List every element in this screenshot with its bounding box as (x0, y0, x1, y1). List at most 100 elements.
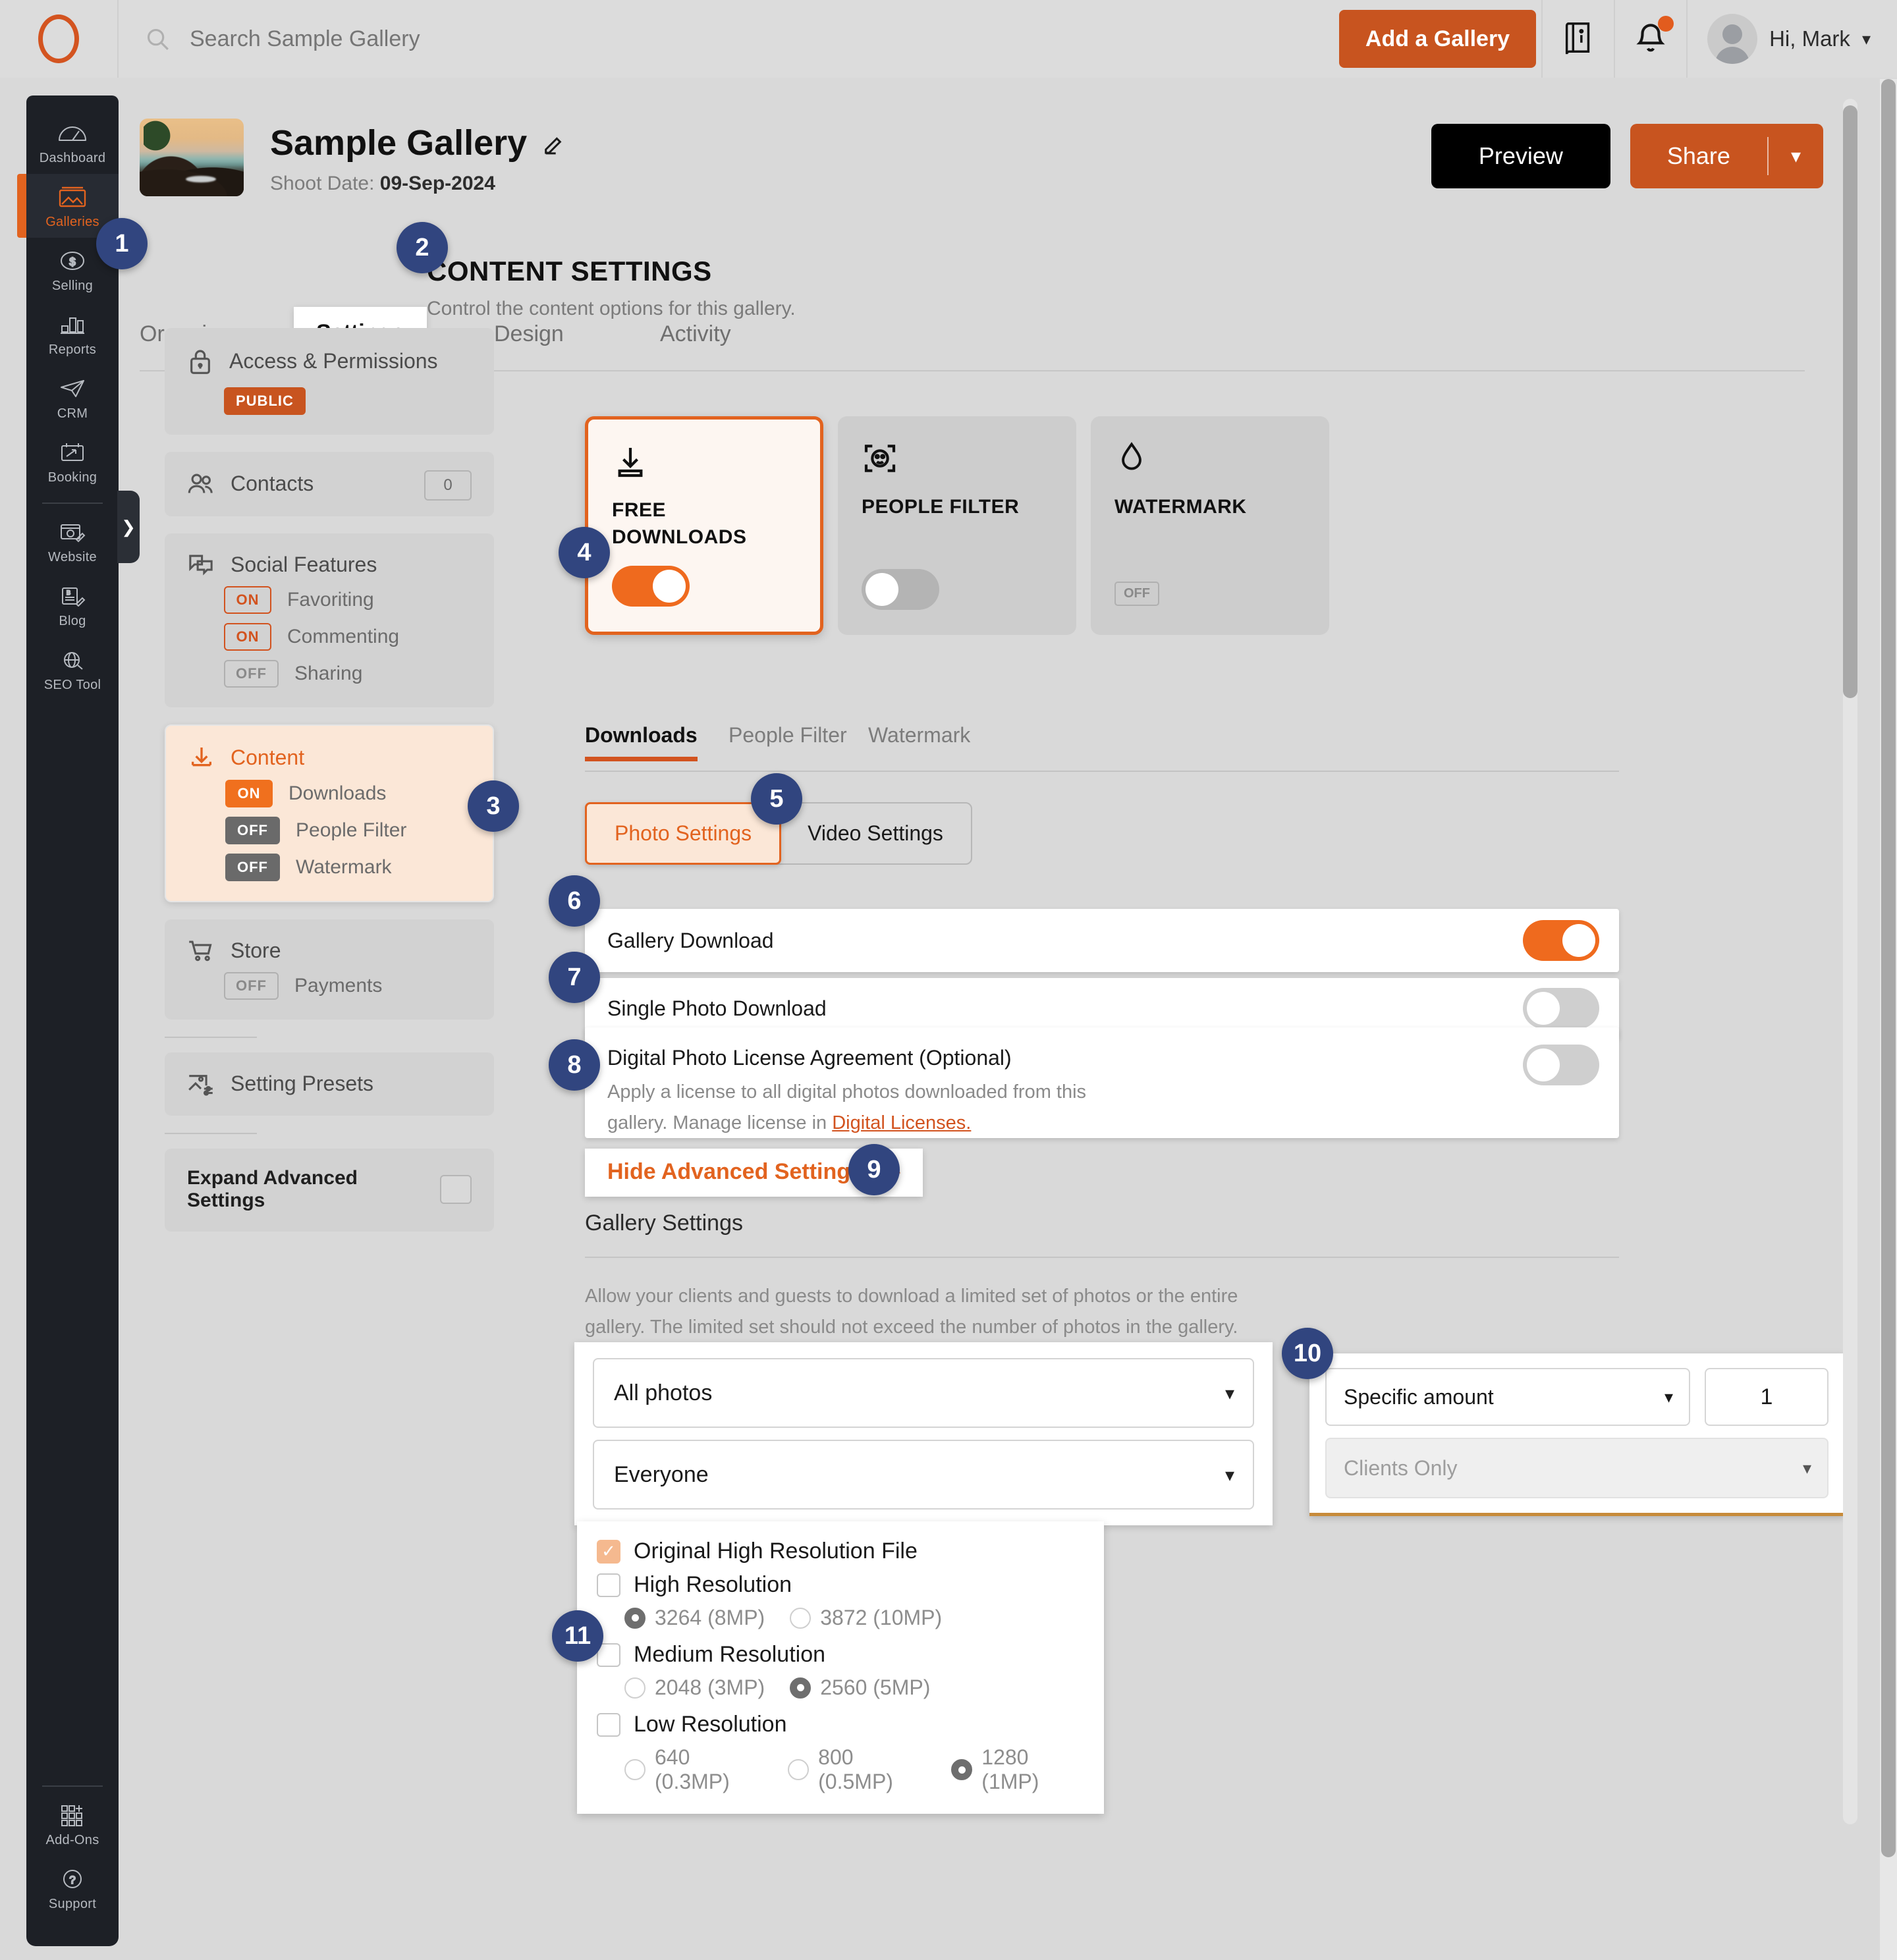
resolution-label: Medium Resolution (634, 1642, 826, 1667)
resolution-row-medium[interactable]: Medium Resolution (597, 1642, 1084, 1668)
tab-activity[interactable]: Activity (660, 321, 731, 347)
sidebar-item-support[interactable]: ? Support (26, 1856, 119, 1920)
sidebar-label: Galleries (45, 215, 99, 229)
settings-card-social-features[interactable]: Social Features ON Favoriting ON Comment… (165, 533, 494, 707)
row-gallery-download[interactable]: Gallery Download (585, 909, 1619, 972)
resolution-row-low[interactable]: Low Resolution (597, 1712, 1084, 1737)
radio-option[interactable]: 3264 (8MP) (624, 1606, 765, 1630)
tab-downloads[interactable]: Downloads (585, 723, 698, 761)
gallery-download-toggle[interactable] (1523, 920, 1599, 961)
sidebar-item-booking[interactable]: Booking (26, 429, 119, 493)
video-settings-button[interactable]: Video Settings (780, 803, 971, 863)
list-divider (165, 1133, 257, 1134)
svg-text:?: ? (69, 1874, 75, 1886)
settings-card-title: Contacts (231, 471, 314, 495)
sub-setting-row[interactable]: ON Downloads (225, 780, 470, 807)
sub-setting-row[interactable]: ON Commenting (224, 623, 472, 651)
sub-setting-label: Downloads (289, 782, 387, 804)
preview-button[interactable]: Preview (1431, 124, 1610, 188)
checkbox-high-resolution[interactable] (597, 1573, 620, 1597)
sidebar-item-reports[interactable]: Reports (26, 302, 119, 366)
audience-select[interactable]: Everyone ▾ (593, 1440, 1254, 1510)
global-search[interactable] (117, 0, 1339, 78)
expand-advanced-checkbox[interactable] (440, 1175, 472, 1204)
radio-option[interactable]: 800 (0.5MP) (788, 1745, 926, 1794)
radio-2048-3mp[interactable] (624, 1677, 646, 1699)
sub-setting-row[interactable]: OFF Watermark (225, 854, 470, 881)
search-input[interactable] (190, 26, 717, 52)
sidebar-item-seo-tool[interactable]: SEO Tool (26, 637, 119, 701)
free-downloads-toggle[interactable] (612, 566, 690, 607)
expand-advanced-settings-card[interactable]: Expand Advanced Settings (165, 1149, 494, 1232)
pencil-icon[interactable] (541, 130, 568, 156)
settings-card-access-permissions[interactable]: Access & Permissions PUBLIC (165, 328, 494, 435)
type-card-free-downloads[interactable]: FREE DOWNLOADS (585, 416, 823, 635)
question-circle-icon: ? (57, 1865, 88, 1893)
radio-640-03mp[interactable] (624, 1759, 646, 1780)
radio-2560-5mp[interactable] (790, 1677, 811, 1699)
sidebar-item-dashboard[interactable]: Dashboard (26, 110, 119, 174)
checkbox-low-resolution[interactable] (597, 1712, 620, 1737)
tab-watermark[interactable]: Watermark (868, 723, 970, 748)
chevron-down-icon[interactable]: ▾ (1769, 145, 1823, 168)
radio-3264-8mp[interactable] (624, 1607, 646, 1629)
sidebar-item-add-ons[interactable]: Add-Ons (26, 1792, 119, 1856)
sub-setting-row[interactable]: OFF People Filter (225, 817, 470, 844)
page-scrollbar-track[interactable] (1880, 79, 1897, 1960)
share-button[interactable]: Share ▾ (1630, 124, 1823, 188)
single-photo-download-toggle[interactable] (1523, 988, 1599, 1029)
notifications-button[interactable] (1614, 0, 1686, 78)
sub-setting-row[interactable]: OFF Payments (224, 972, 472, 1000)
resolution-row-high[interactable]: High Resolution (597, 1572, 1084, 1598)
sidebar-item-website[interactable]: Website (26, 509, 119, 573)
settings-card-setting-presets[interactable]: Setting Presets (165, 1052, 494, 1116)
sidebar-item-blog[interactable]: B Blog (26, 573, 119, 637)
tab-design[interactable]: Design (494, 321, 564, 347)
sub-setting-row[interactable]: OFF Sharing (224, 660, 472, 688)
radio-option[interactable]: 1280 (1MP) (951, 1745, 1084, 1794)
user-menu[interactable]: Hi, Mark ▾ (1686, 0, 1897, 78)
radio-label: 3872 (10MP) (820, 1606, 943, 1629)
top-bar: Add a Gallery Hi, Mark ▾ (0, 0, 1897, 78)
clients-only-value: Clients Only (1344, 1456, 1458, 1480)
people-filter-toggle[interactable] (862, 569, 939, 610)
settings-card-contacts[interactable]: Contacts 0 (165, 452, 494, 516)
content-settings-heading: CONTENT SETTINGS (427, 256, 712, 286)
radio-option[interactable]: 640 (0.3MP) (624, 1745, 763, 1794)
radio-1280-1mp[interactable] (951, 1759, 973, 1780)
license-agreement-toggle[interactable] (1523, 1045, 1599, 1085)
app-logo[interactable] (0, 0, 117, 78)
settings-card-store[interactable]: Store OFF Payments (165, 919, 494, 1020)
gauge-icon (57, 119, 88, 147)
radio-option[interactable]: 3872 (10MP) (790, 1606, 942, 1630)
step-badge-8: 8 (549, 1039, 600, 1091)
resolution-row-original[interactable]: ✓ Original High Resolution File (597, 1538, 1084, 1564)
bar-chart-icon (57, 311, 88, 339)
sub-setting-row[interactable]: ON Favoriting (224, 586, 472, 614)
amount-number-input[interactable]: 1 (1705, 1368, 1828, 1426)
content-scrollbar-thumb[interactable] (1843, 105, 1857, 698)
row-license-agreement[interactable]: Digital Photo License Agreement (Optiona… (585, 1027, 1619, 1138)
type-card-people-filter[interactable]: PEOPLE FILTER (838, 416, 1076, 635)
step-badge-5: 5 (751, 773, 802, 825)
radio-option[interactable]: 2048 (3MP) (624, 1675, 765, 1700)
clients-only-select[interactable]: Clients Only ▾ (1325, 1438, 1828, 1498)
guide-button[interactable] (1541, 0, 1614, 78)
nav-expand-button[interactable]: ❯ (117, 491, 140, 563)
sidebar-item-crm[interactable]: CRM (26, 366, 119, 429)
radio-option[interactable]: 2560 (5MP) (790, 1675, 930, 1700)
photos-scope-select[interactable]: All photos ▾ (593, 1358, 1254, 1428)
content-scrollbar-track[interactable] (1843, 99, 1857, 1824)
settings-card-content[interactable]: Content ON Downloads OFF People Filter O… (165, 724, 494, 902)
checkbox-original-high-resolution[interactable]: ✓ (597, 1539, 620, 1564)
digital-licenses-link[interactable]: Digital Licenses. (832, 1112, 971, 1133)
amount-type-select[interactable]: Specific amount ▾ (1325, 1368, 1690, 1426)
radio-3872-10mp[interactable] (790, 1607, 811, 1629)
page-scrollbar-thumb[interactable] (1881, 79, 1896, 1857)
type-card-watermark[interactable]: WATERMARK OFF (1091, 416, 1329, 635)
radio-800-05mp[interactable] (788, 1759, 810, 1780)
tab-people-filter[interactable]: People Filter (729, 723, 847, 748)
photo-settings-button[interactable]: Photo Settings (585, 802, 782, 865)
add-gallery-button[interactable]: Add a Gallery (1338, 10, 1537, 68)
user-greeting: Hi, Mark (1769, 26, 1850, 51)
